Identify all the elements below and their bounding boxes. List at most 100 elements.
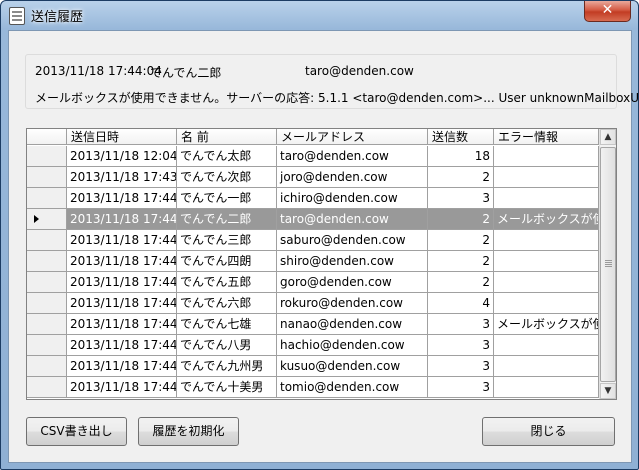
table-row[interactable]: 2013/11/18 17:44:07でんでん五郎goro@denden.cow… [27, 272, 599, 293]
cell-email[interactable]: kusuo@denden.cow [277, 356, 428, 377]
vertical-scrollbar[interactable]: ▲ ▼ [599, 129, 616, 399]
table-row[interactable]: 2013/11/18 17:44:05でんでん四朗shiro@denden.co… [27, 251, 599, 272]
cell-error[interactable] [494, 167, 599, 188]
row-header[interactable] [27, 230, 67, 251]
row-header[interactable] [27, 167, 67, 188]
cell-date[interactable]: 2013/11/18 17:44:51 [67, 356, 177, 377]
row-header[interactable] [27, 146, 67, 167]
cell-email[interactable]: rokuro@denden.cow [277, 293, 428, 314]
cell-date[interactable]: 2013/11/18 17:44:00 [67, 188, 177, 209]
cell-date[interactable]: 2013/11/18 17:44:46 [67, 335, 177, 356]
column-header-email[interactable]: メールアドレス [277, 129, 428, 145]
column-header-date[interactable]: 送信日時 [67, 129, 177, 145]
cell-error[interactable] [494, 293, 599, 314]
row-header[interactable] [27, 314, 67, 335]
cell-date[interactable]: 2013/11/18 17:44:04 [67, 230, 177, 251]
cell-email[interactable]: ichiro@denden.cow [277, 188, 428, 209]
cell-date[interactable]: 2013/11/18 12:04:19 [67, 146, 177, 167]
cell-email[interactable]: tomio@denden.cow [277, 377, 428, 398]
cell-name[interactable]: でんでん九州男 [177, 356, 277, 377]
row-header[interactable] [27, 251, 67, 272]
cell-name[interactable]: でんでん五郎 [177, 272, 277, 293]
cell-error[interactable] [494, 251, 599, 272]
cell-count[interactable]: 4 [428, 293, 494, 314]
cell-name[interactable]: でんでん一郎 [177, 188, 277, 209]
reset-history-button[interactable]: 履歴を初期化 [138, 417, 239, 446]
cell-email[interactable]: nanao@denden.cow [277, 314, 428, 335]
cell-name[interactable]: でんでん四朗 [177, 251, 277, 272]
cell-name[interactable]: でんでん三郎 [177, 230, 277, 251]
table-row[interactable]: 2013/11/18 17:44:38でんでん六郎rokuro@denden.c… [27, 293, 599, 314]
history-grid[interactable]: 送信日時 名 前 メールアドレス 送信数 エラー情報 2013/11/18 12… [26, 128, 617, 400]
window-close-button[interactable]: ✕ [584, 1, 631, 22]
cell-error[interactable] [494, 230, 599, 251]
cell-name[interactable]: でんでん太郎 [177, 146, 277, 167]
cell-count[interactable]: 3 [428, 335, 494, 356]
cell-date[interactable]: 2013/11/18 17:44:46 [67, 314, 177, 335]
cell-error[interactable] [494, 146, 599, 167]
title-bar[interactable]: 送信履歴 ✕ [1, 1, 638, 29]
cell-date[interactable]: 2013/11/18 17:44:07 [67, 272, 177, 293]
cell-error[interactable] [494, 188, 599, 209]
row-header[interactable] [27, 335, 67, 356]
row-header[interactable] [27, 377, 67, 398]
cell-email[interactable]: taro@denden.cow [277, 146, 428, 167]
cell-date[interactable]: 2013/11/18 17:44:38 [67, 293, 177, 314]
cell-count[interactable]: 3 [428, 188, 494, 209]
cell-name[interactable]: でんでん八男 [177, 335, 277, 356]
cell-email[interactable]: saburo@denden.cow [277, 230, 428, 251]
cell-email[interactable]: goro@denden.cow [277, 272, 428, 293]
cell-error[interactable] [494, 272, 599, 293]
table-row[interactable]: 2013/11/18 17:43:19でんでん次郎joro@denden.cow… [27, 167, 599, 188]
cell-name[interactable]: でんでん六郎 [177, 293, 277, 314]
cell-email[interactable]: hachio@denden.cow [277, 335, 428, 356]
cell-date[interactable]: 2013/11/18 17:44:56 [67, 377, 177, 398]
scroll-down-icon[interactable]: ▼ [600, 383, 616, 399]
cell-count[interactable]: 2 [428, 209, 494, 230]
cell-error[interactable] [494, 335, 599, 356]
column-header-name[interactable]: 名 前 [177, 129, 277, 145]
row-header[interactable] [27, 209, 67, 230]
table-row[interactable]: 2013/11/18 17:44:51でんでん九州男kusuo@denden.c… [27, 356, 599, 377]
cell-error[interactable] [494, 377, 599, 398]
column-header-error[interactable]: エラー情報 [494, 129, 599, 145]
cell-count[interactable]: 2 [428, 230, 494, 251]
cell-error[interactable]: メールボックスが使... [494, 314, 599, 335]
row-header[interactable] [27, 356, 67, 377]
cell-count[interactable]: 2 [428, 272, 494, 293]
cell-count[interactable]: 2 [428, 167, 494, 188]
cell-name[interactable]: でんでん次郎 [177, 167, 277, 188]
cell-name[interactable]: でんでん二郎 [177, 209, 277, 230]
window-title: 送信履歴 [31, 10, 84, 25]
cell-name[interactable]: でんでん十美男 [177, 377, 277, 398]
table-row[interactable]: 2013/11/18 17:44:04でんでん三郎saburo@denden.c… [27, 230, 599, 251]
cell-email[interactable]: taro@denden.cow [277, 209, 428, 230]
table-row[interactable]: 2013/11/18 17:44:46でんでん七雄nanao@denden.co… [27, 314, 599, 335]
row-header[interactable] [27, 293, 67, 314]
table-row[interactable]: 2013/11/18 17:44:00でんでん一郎ichiro@denden.c… [27, 188, 599, 209]
cell-date[interactable]: 2013/11/18 17:44:05 [67, 251, 177, 272]
cell-error[interactable] [494, 356, 599, 377]
cell-email[interactable]: shiro@denden.cow [277, 251, 428, 272]
table-row[interactable]: 2013/11/18 17:44:56でんでん十美男tomio@denden.c… [27, 377, 599, 398]
row-header[interactable] [27, 188, 67, 209]
cell-date[interactable]: 2013/11/18 17:43:19 [67, 167, 177, 188]
cell-count[interactable]: 18 [428, 146, 494, 167]
cell-date[interactable]: 2013/11/18 17:44:04 [67, 209, 177, 230]
scroll-up-icon[interactable]: ▲ [600, 129, 616, 145]
cell-count[interactable]: 3 [428, 314, 494, 335]
csv-export-button[interactable]: CSV書き出し [26, 417, 127, 446]
table-row[interactable]: 2013/11/18 17:44:46でんでん八男hachio@denden.c… [27, 335, 599, 356]
cell-error[interactable]: メールボックスが使... [494, 209, 599, 230]
column-header-count[interactable]: 送信数 [428, 129, 494, 145]
cell-email[interactable]: joro@denden.cow [277, 167, 428, 188]
scrollbar-thumb[interactable] [600, 147, 616, 382]
close-button[interactable]: 閉じる [482, 417, 615, 446]
cell-name[interactable]: でんでん七雄 [177, 314, 277, 335]
table-row[interactable]: 2013/11/18 17:44:04でんでん二郎taro@denden.cow… [27, 209, 599, 230]
cell-count[interactable]: 2 [428, 251, 494, 272]
table-row[interactable]: 2013/11/18 12:04:19でんでん太郎taro@denden.cow… [27, 146, 599, 167]
row-header[interactable] [27, 272, 67, 293]
cell-count[interactable]: 3 [428, 356, 494, 377]
cell-count[interactable]: 3 [428, 377, 494, 398]
